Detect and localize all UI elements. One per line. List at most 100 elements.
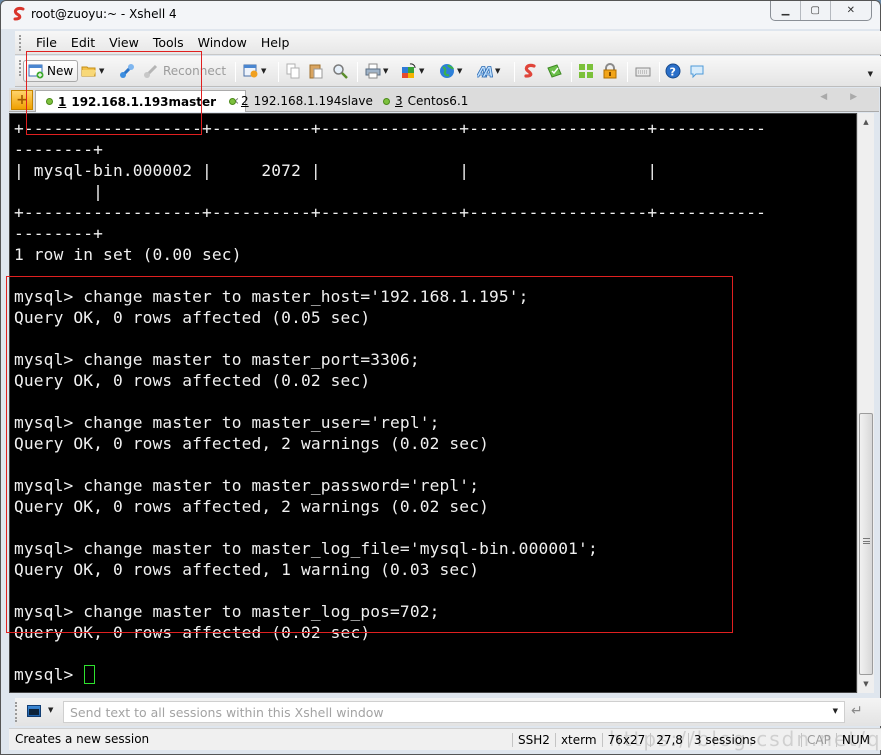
toolbar-separator <box>235 62 236 82</box>
terminal-line-text: | mysql-bin.000002 | 2072 | | | <box>14 161 658 180</box>
scrollbar-grip-icon <box>863 538 870 544</box>
find-button[interactable] <box>332 60 348 82</box>
menu-window[interactable]: Window <box>191 35 254 50</box>
menu-file[interactable]: File <box>29 35 64 50</box>
tab-number: 2 <box>241 94 249 108</box>
keyboard-button[interactable] <box>635 60 651 82</box>
terminal-line-text: Query OK, 0 rows affected, 2 warnings (0… <box>14 497 489 516</box>
close-icon: ✕ <box>846 5 856 16</box>
tab-session-3[interactable]: 3 Centos6.1 <box>383 90 468 112</box>
toolbar-separator <box>514 62 515 82</box>
font-button[interactable]: AA ▼ <box>477 60 500 82</box>
help-button[interactable]: ? <box>665 60 681 82</box>
copy-button[interactable] <box>285 60 301 82</box>
font-icon: AA <box>477 65 493 79</box>
session-tab-bar: + 1 192.168.1.193master × 2 192.168.1.19… <box>9 88 879 112</box>
lock-button[interactable] <box>602 60 618 82</box>
terminal-line: mysql> change master to master_log_pos=7… <box>14 601 766 622</box>
terminal-line: Query OK, 0 rows affected, 2 warnings (0… <box>14 433 766 454</box>
close-button[interactable]: ✕ <box>831 1 871 20</box>
script-button[interactable] <box>546 60 562 82</box>
tab-number: 1 <box>58 94 67 109</box>
properties-dropdown-caret-icon[interactable]: ▼ <box>261 67 266 75</box>
terminal-line-text: --------+ <box>14 224 104 243</box>
open-folder-icon <box>81 66 96 77</box>
font-dropdown-caret-icon[interactable]: ▼ <box>495 67 500 75</box>
tab-session-2[interactable]: 2 192.168.1.194slave <box>229 90 373 112</box>
scrollbar-thumb[interactable] <box>859 413 873 675</box>
compose-bar: ▼ Send text to all sessions within this … <box>15 698 881 726</box>
terminal-line-text: mysql> change master to master_user='rep… <box>14 413 440 432</box>
maximize-button[interactable]: ▢ <box>801 1 831 20</box>
transfer-button[interactable]: ▼ <box>401 60 424 82</box>
reconnect-button[interactable]: Reconnect <box>143 60 226 82</box>
plus-icon: + <box>16 92 28 108</box>
compose-target-icon[interactable] <box>27 705 41 717</box>
terminal-line-text: Query OK, 0 rows affected (0.02 sec) <box>14 371 371 390</box>
chat-button[interactable] <box>689 60 705 82</box>
terminal-line: Query OK, 0 rows affected, 1 warning (0.… <box>14 559 766 580</box>
add-session-tab-button[interactable]: + <box>11 90 33 110</box>
properties-icon <box>243 64 258 78</box>
tab-session-1[interactable]: 1 192.168.1.193master × <box>35 90 247 112</box>
print-dropdown-caret-icon[interactable]: ▼ <box>383 67 388 75</box>
scroll-up-icon[interactable]: ▲ <box>858 115 874 129</box>
menu-help[interactable]: Help <box>254 35 297 50</box>
terminal-line-text: mysql> <box>14 665 84 684</box>
terminal-line: +------------------+----------+---------… <box>14 118 766 139</box>
xftp-button[interactable] <box>522 60 538 82</box>
terminal-line-text: --------+ <box>14 140 104 159</box>
compose-bar-grip[interactable] <box>15 702 18 722</box>
reconnect-label: Reconnect <box>163 64 227 78</box>
tab-scroll-arrows-icon[interactable]: ◀ ▶ <box>820 92 867 102</box>
terminal-view[interactable]: +------------------+----------+---------… <box>9 113 857 693</box>
menu-view[interactable]: View <box>102 35 146 50</box>
scroll-down-icon[interactable]: ▼ <box>858 677 874 691</box>
menu-grip[interactable] <box>19 35 22 51</box>
title-bar: root@zuoyu:~ - Xshell 4 ▁ ▢ ✕ <box>1 1 880 29</box>
send-history-dropdown-icon[interactable]: ▼ <box>833 707 838 715</box>
menu-bar: File Edit View Tools Window Help <box>15 31 881 55</box>
toolbar: New ▼ Reconnect ▼ ▼ ▼ ▼ A A ▼ ? ▼ <box>15 56 881 87</box>
paste-icon <box>309 64 323 79</box>
reconnect-icon <box>144 64 158 78</box>
menu-edit[interactable]: Edit <box>64 35 102 50</box>
menu-tools[interactable]: Tools <box>146 35 191 50</box>
send-to-all-sessions-input[interactable]: Send text to all sessions within this Xs… <box>63 701 845 723</box>
terminal-line: mysql> change master to master_user='rep… <box>14 412 766 433</box>
minimize-icon: ▁ <box>781 5 790 16</box>
globe-button[interactable]: ▼ <box>439 60 462 82</box>
new-session-button[interactable]: New <box>23 60 79 82</box>
status-cursor-position: 27,8 <box>650 733 688 747</box>
toolbar-overflow-icon[interactable]: ▼ <box>868 70 873 78</box>
send-icon[interactable]: ↵ <box>851 703 863 719</box>
properties-button[interactable]: ▼ <box>243 60 266 82</box>
copy-icon <box>286 63 300 79</box>
terminal-line-text: | <box>14 182 104 201</box>
open-dropdown-caret-icon[interactable]: ▼ <box>99 67 104 75</box>
minimize-button[interactable]: ▁ <box>771 1 801 20</box>
tab-label: 192.168.1.194slave <box>253 94 373 108</box>
transfer-dropdown-caret-icon[interactable]: ▼ <box>419 67 424 75</box>
terminal-scrollbar[interactable]: ▲ ▼ <box>857 113 874 693</box>
toolbar-separator <box>659 62 660 82</box>
terminal-line-text: Query OK, 0 rows affected (0.05 sec) <box>14 308 371 327</box>
terminal-line-text: Query OK, 0 rows affected (0.02 sec) <box>14 623 371 642</box>
print-button[interactable]: ▼ <box>365 60 388 82</box>
status-protocol: SSH2 <box>512 733 555 747</box>
toolbar-grip[interactable] <box>19 60 22 76</box>
terminal-line: mysql> change master to master_host='192… <box>14 286 766 307</box>
compose-target-caret-icon[interactable]: ▼ <box>48 706 53 714</box>
connect-button[interactable] <box>119 60 135 82</box>
session-status-dot-icon <box>383 97 390 105</box>
paste-button[interactable] <box>308 60 324 82</box>
open-button[interactable]: ▼ <box>81 60 104 82</box>
globe-dropdown-caret-icon[interactable]: ▼ <box>457 67 462 75</box>
svg-text:?: ? <box>670 66 676 79</box>
fullscreen-button[interactable] <box>578 60 594 82</box>
terminal-line: Query OK, 0 rows affected (0.02 sec) <box>14 370 766 391</box>
